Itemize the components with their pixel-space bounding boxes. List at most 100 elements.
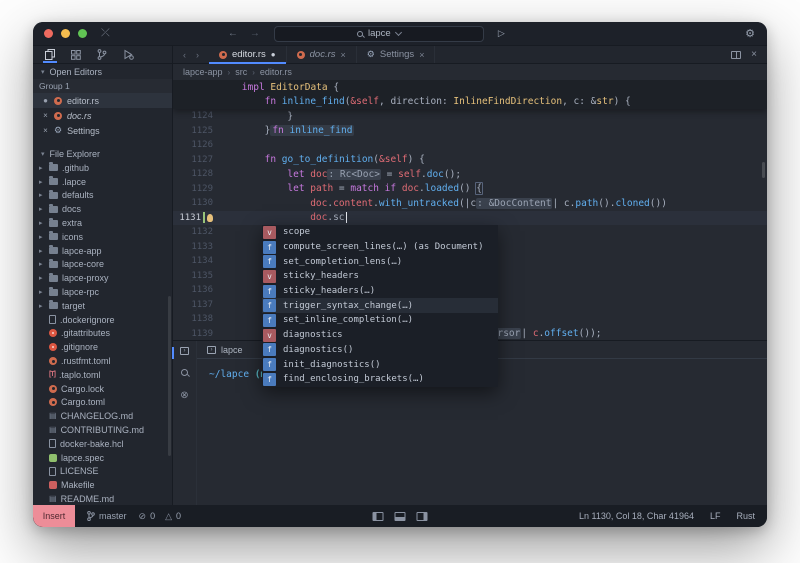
line-ending[interactable]: LF xyxy=(710,511,721,521)
code-token: match xyxy=(350,183,384,194)
function-kind-icon: f xyxy=(263,314,276,327)
command-palette-search[interactable]: lapce xyxy=(274,26,484,42)
open-editor-label: Settings xyxy=(67,126,100,136)
gear-icon: ⚙ xyxy=(54,126,62,135)
open-editor-item[interactable]: ●editor.rs xyxy=(33,93,172,108)
code-token: ()) xyxy=(650,198,667,209)
completion-item[interactable]: fset_inline_completion(…) xyxy=(262,313,498,328)
file-item[interactable]: Cargo.lock xyxy=(33,382,172,396)
folder-item[interactable]: ▸target xyxy=(33,299,172,313)
language-mode[interactable]: Rust xyxy=(736,511,755,521)
line-number-text: 1133 xyxy=(191,242,213,252)
mode-badge[interactable]: Insert xyxy=(33,505,75,527)
folder-item[interactable]: ▸defaults xyxy=(33,189,172,203)
debug-icon[interactable] xyxy=(123,46,134,63)
file-item[interactable]: .gitignore xyxy=(33,340,172,354)
code-token: , direction: xyxy=(379,96,453,107)
folder-item[interactable]: ▸lapce-rpc xyxy=(33,285,172,299)
file-item[interactable]: [T].taplo.toml xyxy=(33,368,172,382)
line-content: doc.sc xyxy=(219,212,767,223)
folder-item[interactable]: ▸icons xyxy=(33,230,172,244)
completion-item[interactable]: ffind_enclosing_brackets(…) xyxy=(262,372,498,387)
code-token: doc xyxy=(310,212,327,223)
plugins-icon[interactable] xyxy=(71,46,81,63)
folder-item[interactable]: ▸lapce-proxy xyxy=(33,271,172,285)
problems-panel-icon[interactable]: ⊗ xyxy=(180,390,188,401)
tab-back-icon[interactable]: ‹ xyxy=(183,50,186,60)
completion-item[interactable]: fsticky_headers(…) xyxy=(262,284,498,299)
folder-item[interactable]: ▸docs xyxy=(33,202,172,216)
code-token: doc xyxy=(402,183,419,194)
branch-indicator[interactable]: master xyxy=(87,511,127,521)
item-label: .gitignore xyxy=(61,342,98,352)
settings-gear-icon[interactable]: ⚙ xyxy=(745,27,755,40)
explorer-icon[interactable] xyxy=(45,46,55,63)
window-zoom-button[interactable] xyxy=(78,29,87,38)
completion-item[interactable]: finit_diagnostics() xyxy=(262,357,498,372)
completion-label: diagnostics xyxy=(283,330,343,340)
open-editor-item[interactable]: × ⚙ Settings xyxy=(33,123,172,138)
file-item[interactable]: LICENSE xyxy=(33,465,172,479)
forward-arrow-icon[interactable]: → xyxy=(250,28,260,39)
search-panel-icon[interactable] xyxy=(181,369,188,376)
completion-label: sticky_headers(…) xyxy=(283,286,375,296)
folder-icon xyxy=(49,289,58,296)
file-item[interactable]: docker-bake.hcl xyxy=(33,437,172,451)
folder-item[interactable]: ▸extra xyxy=(33,216,172,230)
toggle-left-panel-icon[interactable] xyxy=(373,512,384,521)
window-close-button[interactable] xyxy=(44,29,53,38)
breadcrumb-segment: editor.rs xyxy=(260,67,292,77)
close-icon[interactable]: × xyxy=(419,50,424,60)
file-item[interactable]: ▤README.md xyxy=(33,492,172,506)
variable-kind-icon: v xyxy=(263,226,276,239)
completion-item[interactable]: fcompute_screen_lines(…) (as Document) xyxy=(262,240,498,255)
code-action-lightbulb-icon[interactable] xyxy=(207,214,213,222)
file-item[interactable]: Cargo.toml xyxy=(33,396,172,410)
file-item[interactable]: .gitattributes xyxy=(33,327,172,341)
folder-item[interactable]: ▸.github xyxy=(33,161,172,175)
breadcrumb[interactable]: lapce-app›src›editor.rs xyxy=(173,64,767,80)
completion-item[interactable]: vscope xyxy=(262,225,498,240)
source-control-icon[interactable] xyxy=(97,46,107,63)
back-arrow-icon[interactable]: ← xyxy=(228,28,238,39)
file-item[interactable]: ▤CONTRIBUTING.md xyxy=(33,423,172,437)
open-editors-header[interactable]: ▾ Open Editors xyxy=(33,64,172,79)
tab-doc.rs[interactable]: doc.rs× xyxy=(287,46,357,63)
close-icon[interactable]: × xyxy=(42,111,49,120)
folder-item[interactable]: ▸.lapce xyxy=(33,175,172,189)
tab-forward-icon[interactable]: › xyxy=(196,50,199,60)
completion-item[interactable]: fdiagnostics() xyxy=(262,343,498,358)
sidebar-scrollbar[interactable] xyxy=(168,296,171,456)
terminal-panel-icon[interactable]: › xyxy=(180,347,189,355)
file-item[interactable]: .rustfmt.toml xyxy=(33,354,172,368)
folder-item[interactable]: ▸lapce-app xyxy=(33,244,172,258)
toggle-right-panel-icon[interactable] xyxy=(417,512,428,521)
split-editor-icon[interactable] xyxy=(731,51,741,59)
close-icon[interactable]: × xyxy=(42,126,49,135)
close-icon[interactable]: × xyxy=(751,49,757,60)
file-item[interactable]: Makefile xyxy=(33,478,172,492)
completion-item[interactable]: ftrigger_syntax_change(…) xyxy=(262,298,498,313)
file-explorer-header[interactable]: ▾ File Explorer xyxy=(33,146,172,161)
toggle-bottom-panel-icon[interactable] xyxy=(395,512,406,521)
close-icon[interactable]: × xyxy=(341,50,346,60)
file-item[interactable]: lapce.spec xyxy=(33,451,172,465)
warning-icon: △ xyxy=(165,511,172,522)
open-editor-item[interactable]: ×doc.rs xyxy=(33,108,172,123)
line-number-text: 1124 xyxy=(191,111,213,121)
folder-item[interactable]: ▸lapce-core xyxy=(33,258,172,272)
file-item[interactable]: ▤CHANGELOG.md xyxy=(33,409,172,423)
completion-item[interactable]: vdiagnostics xyxy=(262,328,498,343)
completion-item[interactable]: fset_completion_lens(…) xyxy=(262,254,498,269)
tab-editor.rs[interactable]: editor.rs● xyxy=(209,46,287,63)
run-icon[interactable]: ▷ xyxy=(498,28,505,39)
item-label: lapce-proxy xyxy=(62,273,109,283)
cursor-position[interactable]: Ln 1130, Col 18, Char 41964 xyxy=(579,511,694,521)
completion-item[interactable]: vsticky_headers xyxy=(262,269,498,284)
editor-scrollbar[interactable] xyxy=(762,162,765,178)
problems-indicator[interactable]: ⊘ 0 △ 0 xyxy=(139,511,182,522)
tab-Settings[interactable]: ⚙Settings× xyxy=(357,46,436,63)
window-minimize-button[interactable] xyxy=(61,29,70,38)
file-item[interactable]: .dockerignore xyxy=(33,313,172,327)
code-line: 1125}fn inline_find xyxy=(173,124,767,139)
